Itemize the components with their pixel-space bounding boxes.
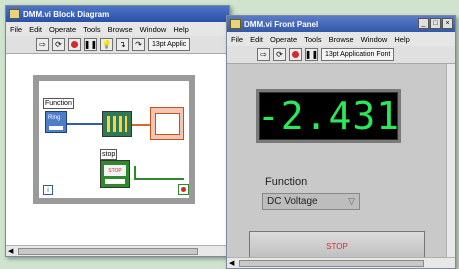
menu-tools[interactable]: Tools xyxy=(304,35,322,44)
scroll-left-icon[interactable]: ◀ xyxy=(8,247,13,255)
function-label: Function xyxy=(265,176,308,188)
stop-label: stop xyxy=(100,149,118,160)
menu-tools[interactable]: Tools xyxy=(83,25,101,34)
stop-condition-icon xyxy=(181,187,186,192)
menu-edit[interactable]: Edit xyxy=(29,25,42,34)
front-panel-vscrollbar[interactable] xyxy=(446,64,455,257)
font-selector[interactable]: 13pt Application Font xyxy=(321,48,395,61)
front-panel-toolbar: ⇨ ⟳ ❚❚ 13pt Application Font xyxy=(227,46,455,64)
step-into-icon[interactable]: ↴ xyxy=(116,38,129,51)
function-ring-terminal[interactable]: Ring xyxy=(45,111,67,133)
highlight-execution-icon[interactable]: 💡 xyxy=(100,38,113,51)
menu-file[interactable]: File xyxy=(10,25,22,34)
hscroll-thumb[interactable] xyxy=(239,260,424,267)
enum-wire xyxy=(67,123,102,125)
chevron-down-icon: ▽ xyxy=(348,196,355,206)
block-diagram-window: DMM.vi Block Diagram File Edit Operate T… xyxy=(5,5,230,257)
function-selector[interactable]: DC Voltage ▽ xyxy=(262,193,360,210)
menu-operate[interactable]: Operate xyxy=(270,35,297,44)
front-panel-title: DMM.vi Front Panel xyxy=(244,19,319,29)
stop-terminal-text: STOP xyxy=(104,165,126,176)
abort-icon[interactable] xyxy=(289,48,302,61)
block-diagram-canvas[interactable]: Function Ring stop STOP i xyxy=(6,54,229,245)
pause-icon[interactable]: ❚❚ xyxy=(305,48,318,61)
front-panel-titlebar[interactable]: DMM.vi Front Panel _ □ × xyxy=(227,16,455,32)
run-arrow-icon[interactable]: ⇨ xyxy=(36,38,49,51)
hscroll-thumb[interactable] xyxy=(18,248,198,255)
block-diagram-titlebar[interactable]: DMM.vi Block Diagram xyxy=(6,6,229,22)
boolean-wire xyxy=(134,166,136,178)
dmm-subvi[interactable] xyxy=(102,111,132,137)
menu-window[interactable]: Window xyxy=(140,25,167,34)
menu-operate[interactable]: Operate xyxy=(49,25,76,34)
reading-indicator[interactable] xyxy=(150,107,184,140)
minimize-icon[interactable]: _ xyxy=(418,18,429,29)
stop-terminal-bar xyxy=(105,179,125,184)
run-continuously-icon[interactable]: ⟳ xyxy=(273,48,286,61)
data-wire xyxy=(132,124,150,126)
menu-help[interactable]: Help xyxy=(173,25,188,34)
ring-terminal-text: Ring xyxy=(48,115,61,121)
menu-help[interactable]: Help xyxy=(394,35,409,44)
menu-browse[interactable]: Browse xyxy=(329,35,354,44)
front-panel-menubar: File Edit Operate Tools Browse Window He… xyxy=(227,32,455,46)
close-icon[interactable]: × xyxy=(442,18,453,29)
window-buttons: _ □ × xyxy=(418,18,453,29)
step-over-icon[interactable]: ↷ xyxy=(132,38,145,51)
menu-edit[interactable]: Edit xyxy=(250,35,263,44)
ring-terminal-bar xyxy=(49,126,63,130)
maximize-icon[interactable]: □ xyxy=(430,18,441,29)
front-panel-window: DMM.vi Front Panel _ □ × File Edit Opera… xyxy=(226,15,456,269)
abort-icon[interactable] xyxy=(68,38,81,51)
vi-icon xyxy=(230,19,241,29)
font-selector[interactable]: 13pt Applic xyxy=(148,38,191,51)
front-panel-hscrollbar[interactable]: ◀ xyxy=(227,257,455,268)
menu-window[interactable]: Window xyxy=(361,35,388,44)
function-label: Function xyxy=(43,98,74,109)
dmm-reading-display: -2.431 xyxy=(256,89,401,143)
menu-browse[interactable]: Browse xyxy=(108,25,133,34)
stop-button-terminal[interactable]: STOP xyxy=(100,160,130,188)
run-arrow-icon[interactable]: ⇨ xyxy=(257,48,270,61)
block-diagram-hscrollbar[interactable]: ◀ xyxy=(6,245,229,256)
block-diagram-menubar: File Edit Operate Tools Browse Window He… xyxy=(6,22,229,36)
reading-indicator-face xyxy=(155,113,180,135)
loop-condition-terminal[interactable] xyxy=(178,184,189,195)
scroll-left-icon[interactable]: ◀ xyxy=(229,259,234,267)
block-diagram-toolbar: ⇨ ⟳ ❚❚ 💡 ↴ ↷ 13pt Applic xyxy=(6,36,229,54)
iteration-terminal[interactable]: i xyxy=(43,185,53,195)
run-continuously-icon[interactable]: ⟳ xyxy=(52,38,65,51)
menu-file[interactable]: File xyxy=(231,35,243,44)
boolean-wire-h xyxy=(134,178,184,180)
vi-icon xyxy=(9,9,20,19)
dmm-subvi-glyph xyxy=(107,116,127,132)
pause-icon[interactable]: ❚❚ xyxy=(84,38,97,51)
block-diagram-title: DMM.vi Block Diagram xyxy=(23,9,110,19)
function-selector-value: DC Voltage xyxy=(267,196,318,207)
